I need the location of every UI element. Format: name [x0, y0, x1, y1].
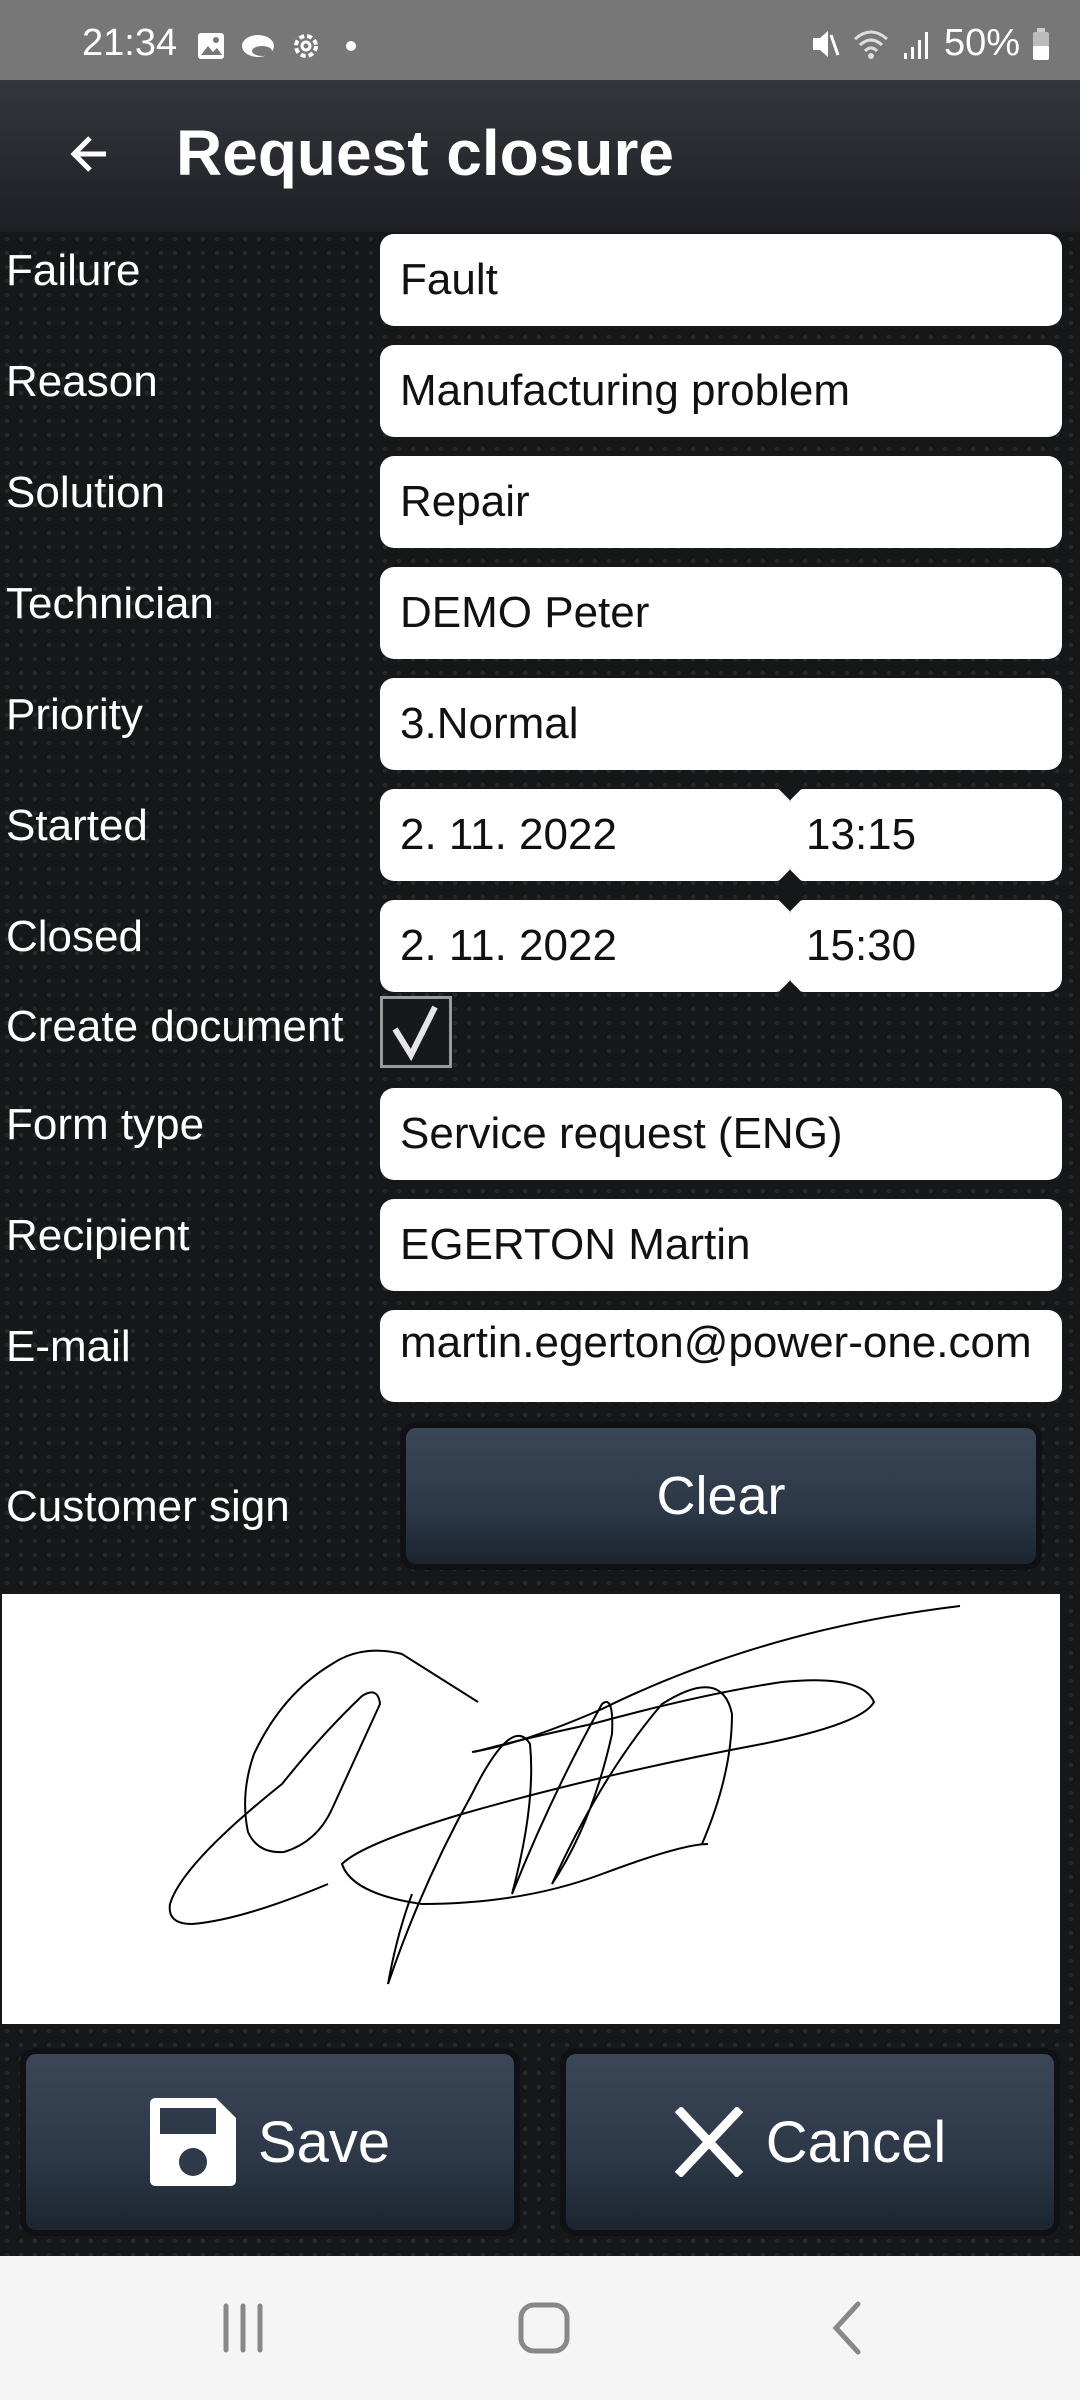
- signal-icon: [903, 31, 928, 59]
- signature-drawing: [168, 1605, 961, 1985]
- floppy-disk-icon: [149, 2098, 236, 2186]
- recent-apps-icon[interactable]: [218, 2300, 268, 2356]
- solution-label: Solution: [6, 468, 166, 517]
- email-field[interactable]: martin.egerton@power-one.com: [380, 1310, 1062, 1402]
- started-label: Started: [6, 801, 148, 850]
- checkmark-icon: [392, 1005, 438, 1062]
- wifi-icon: [853, 30, 888, 59]
- started-time-field[interactable]: 13:15: [790, 789, 1062, 881]
- closed-time-field[interactable]: 15:30: [790, 900, 1062, 992]
- started-date-field[interactable]: 2. 11. 2022: [380, 789, 790, 881]
- settings-icon: [294, 34, 318, 58]
- cancel-button[interactable]: Cancel: [566, 2054, 1054, 2230]
- form-type-field[interactable]: Service request (ENG): [380, 1088, 1062, 1180]
- recipient-row: Recipient EGERTON Martin: [0, 1199, 1080, 1295]
- home-icon[interactable]: [516, 2300, 572, 2356]
- technician-field[interactable]: DEMO Peter: [380, 567, 1062, 659]
- status-icons-left: [196, 30, 366, 62]
- priority-field[interactable]: 3.Normal: [380, 678, 1062, 770]
- priority-label: Priority: [6, 690, 143, 739]
- reason-field[interactable]: Manufacturing problem: [380, 345, 1062, 437]
- form-type-label: Form type: [6, 1100, 205, 1149]
- cloud-icon: [242, 35, 274, 57]
- status-icons-right: 50%: [810, 22, 1050, 65]
- dot-icon: [346, 41, 356, 51]
- technician-label: Technician: [6, 579, 214, 628]
- save-button[interactable]: Save: [26, 2054, 514, 2230]
- cancel-label: Cancel: [765, 2109, 947, 2175]
- failure-label: Failure: [6, 246, 141, 295]
- arrow-left-icon[interactable]: [62, 124, 122, 184]
- status-bar: 21:34 50%: [0, 0, 1080, 80]
- failure-field[interactable]: Fault: [380, 234, 1062, 326]
- battery-icon: [1033, 27, 1049, 60]
- gallery-icon: [198, 33, 224, 59]
- solution-row: Solution Repair: [0, 456, 1080, 552]
- failure-row: Failure Fault: [0, 234, 1080, 330]
- closed-date-field[interactable]: 2. 11. 2022: [380, 900, 790, 992]
- reason-label: Reason: [6, 357, 158, 406]
- solution-field[interactable]: Repair: [380, 456, 1062, 548]
- create-document-label: Create document: [6, 1002, 344, 1051]
- create-document-row: Create document: [0, 996, 1080, 1092]
- system-nav-bar: [0, 2256, 1080, 2400]
- recipient-field[interactable]: EGERTON Martin: [380, 1199, 1062, 1291]
- save-label: Save: [257, 2109, 391, 2175]
- battery-percent: 50%: [943, 22, 1020, 64]
- close-icon: [674, 2107, 743, 2177]
- back-icon[interactable]: [826, 2300, 866, 2356]
- email-label: E-mail: [6, 1322, 131, 1371]
- started-row: Started 2. 11. 2022 13:15: [0, 777, 1080, 893]
- clear-signature-button[interactable]: Clear: [406, 1428, 1036, 1564]
- signature-pad[interactable]: [2, 1594, 1060, 2024]
- status-time: 21:34: [82, 22, 178, 64]
- technician-row: Technician DEMO Peter: [0, 567, 1080, 663]
- closed-label: Closed: [6, 912, 143, 961]
- recipient-label: Recipient: [6, 1211, 190, 1260]
- priority-row: Priority 3.Normal: [0, 678, 1080, 774]
- email-row: E-mail martin.egerton@power-one.com: [0, 1310, 1080, 1406]
- reason-row: Reason Manufacturing problem: [0, 345, 1080, 441]
- closed-row: Closed 2. 11. 2022 15:30: [0, 888, 1080, 1004]
- mute-icon: [812, 30, 840, 57]
- customer-sign-label: Customer sign: [6, 1482, 290, 1531]
- page-title: Request closure: [176, 117, 674, 189]
- create-document-checkbox[interactable]: [380, 996, 452, 1068]
- form-type-row: Form type Service request (ENG): [0, 1088, 1080, 1184]
- app-bar: Request closure: [0, 80, 1080, 235]
